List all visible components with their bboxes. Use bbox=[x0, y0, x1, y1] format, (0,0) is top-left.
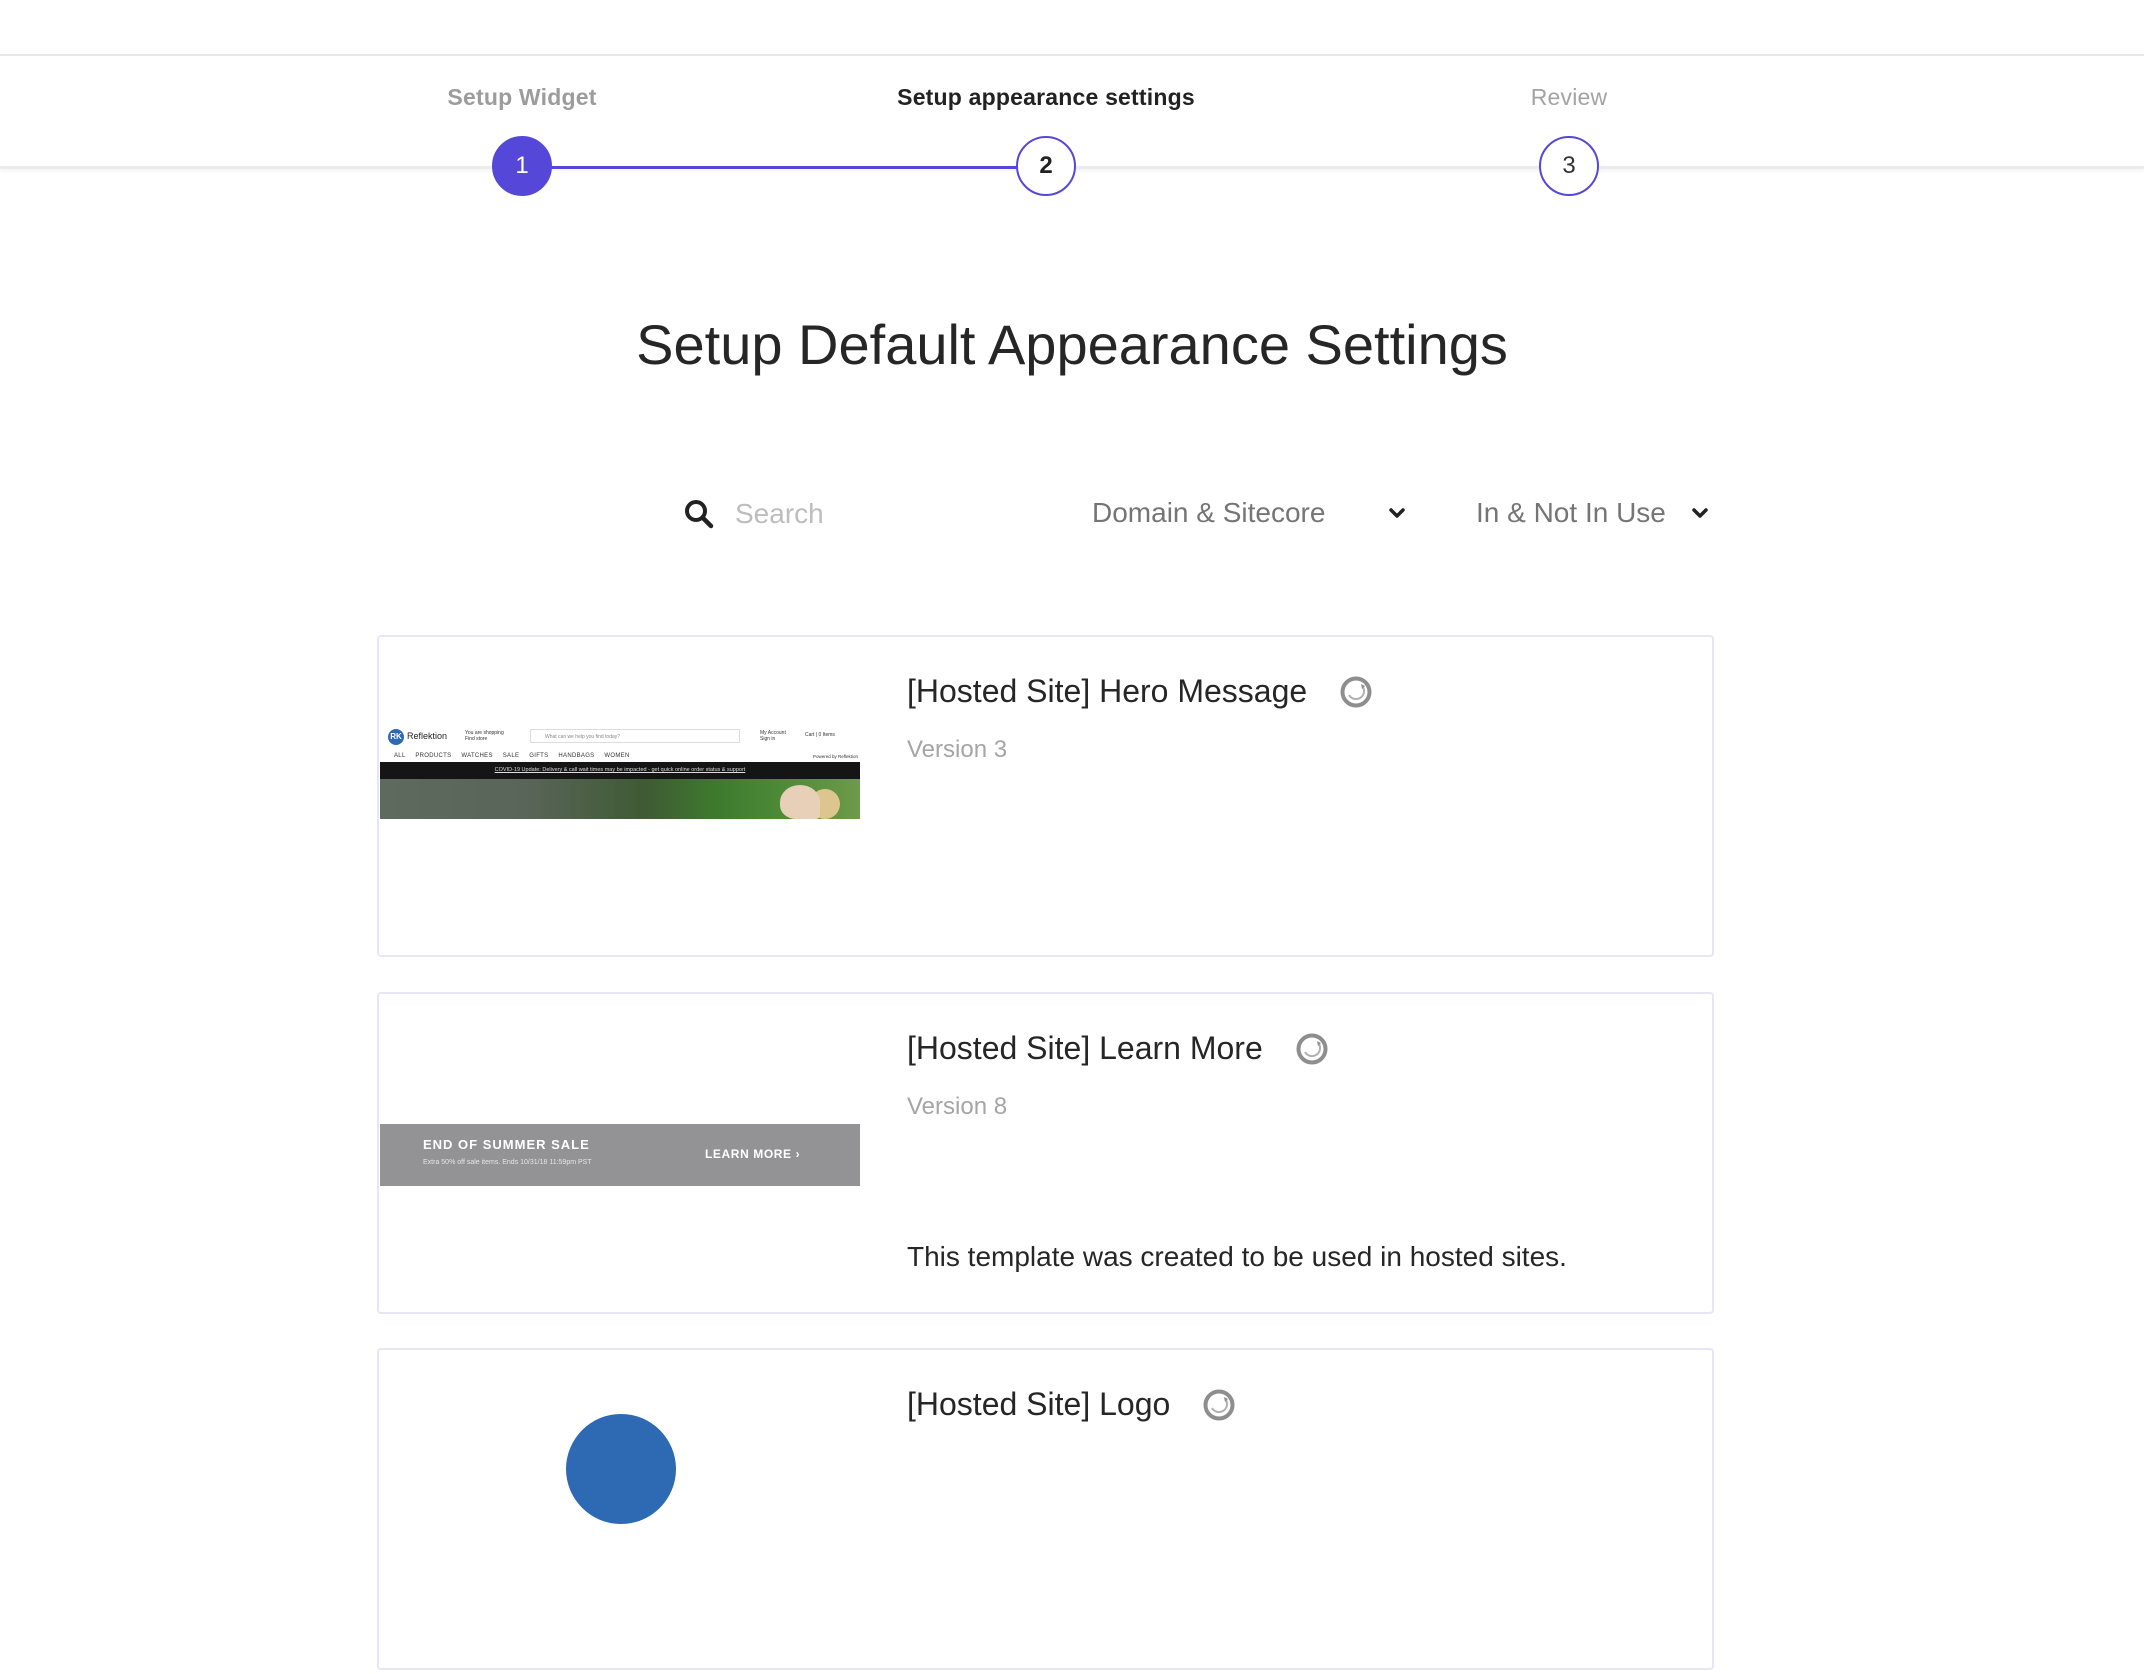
thumb-account-line: Sign in bbox=[760, 736, 776, 742]
thumb-logo-text: Reflektion bbox=[407, 731, 448, 741]
sitecore-icon bbox=[1296, 1033, 1328, 1064]
thumb-banner-cta: LEARN MORE › bbox=[705, 1147, 801, 1161]
template-title: [Hosted Site] Logo bbox=[907, 1386, 1171, 1422]
step-1-label: Setup Widget bbox=[447, 84, 597, 110]
thumb-store-line: Find store bbox=[465, 736, 488, 742]
thumb-cart: Cart | 0 Items bbox=[805, 732, 835, 738]
thumb-banner-subtext: Extra 50% off sale items. Ends 10/31/18 … bbox=[423, 1159, 592, 1166]
template-thumbnail: RK Reflektion You are shopping Find stor… bbox=[380, 725, 860, 819]
template-description: This template was created to be used in … bbox=[907, 1241, 1567, 1272]
template-title: [Hosted Site] Hero Message bbox=[907, 673, 1308, 709]
header-divider bbox=[0, 54, 2144, 56]
step-3-circle[interactable]: 3 bbox=[1539, 136, 1599, 196]
template-card[interactable]: END OF SUMMER SALE Extra 50% off sale it… bbox=[377, 992, 1714, 1314]
stepper-progress bbox=[522, 166, 1046, 169]
thumb-account: My Account Sign in bbox=[760, 730, 786, 742]
thumb-logo-circle bbox=[566, 1414, 676, 1524]
chevron-down-icon bbox=[1389, 508, 1405, 518]
usage-dropdown-value: In & Not In Use bbox=[1476, 497, 1666, 528]
chevron-down-icon bbox=[1692, 508, 1708, 518]
template-title-row: [Hosted Site] Logo bbox=[907, 1386, 1236, 1423]
template-card[interactable]: [Hosted Site] Logo bbox=[377, 1348, 1714, 1670]
template-title-row: [Hosted Site] Learn More bbox=[907, 1030, 1329, 1067]
step-2-label: Setup appearance settings bbox=[897, 84, 1195, 110]
sitecore-icon bbox=[1203, 1389, 1235, 1420]
search-icon bbox=[685, 500, 714, 529]
domain-dropdown[interactable]: Domain & Sitecore bbox=[1092, 490, 1412, 536]
template-thumbnail: END OF SUMMER SALE Extra 50% off sale it… bbox=[380, 1124, 860, 1186]
template-version: Version 8 bbox=[907, 1093, 1008, 1120]
thumb-notice-bar: COVID-19 Update: Delivery & call wait ti… bbox=[380, 762, 860, 779]
step-1-circle[interactable]: 1 bbox=[492, 136, 552, 196]
thumb-hero-figure bbox=[780, 785, 820, 819]
domain-dropdown-value: Domain & Sitecore bbox=[1092, 497, 1326, 528]
thumb-search-box: What can we help you find today? bbox=[530, 729, 740, 743]
thumb-store-text: You are shopping Find store bbox=[465, 730, 504, 742]
template-card[interactable]: RK Reflektion You are shopping Find stor… bbox=[377, 635, 1714, 957]
usage-dropdown[interactable]: In & Not In Use bbox=[1476, 490, 1716, 536]
thumb-nav: ALL PRODUCTS WATCHES SALE GIFTS HANDBAGS… bbox=[394, 753, 630, 759]
thumb-banner-heading: END OF SUMMER SALE bbox=[423, 1137, 590, 1152]
reflektion-logo-icon: RK bbox=[388, 729, 404, 745]
filter-bar: Domain & Sitecore In & Not In Use bbox=[0, 490, 2144, 538]
thumb-powered-by: Powered by Reflektion bbox=[812, 754, 858, 759]
template-thumbnail bbox=[380, 1414, 860, 1674]
template-title: [Hosted Site] Learn More bbox=[907, 1030, 1263, 1066]
sitecore-icon bbox=[1340, 676, 1372, 707]
search-input[interactable] bbox=[733, 490, 1037, 538]
thumb-hero-image bbox=[380, 779, 860, 819]
thumb-header: RK Reflektion You are shopping Find stor… bbox=[380, 725, 860, 753]
template-version: Version 3 bbox=[907, 736, 1008, 763]
step-3-label: Review bbox=[1530, 84, 1608, 110]
template-title-row: [Hosted Site] Hero Message bbox=[907, 673, 1373, 710]
page-title: Setup Default Appearance Settings bbox=[636, 313, 1508, 376]
step-2-circle[interactable]: 2 bbox=[1016, 136, 1076, 196]
